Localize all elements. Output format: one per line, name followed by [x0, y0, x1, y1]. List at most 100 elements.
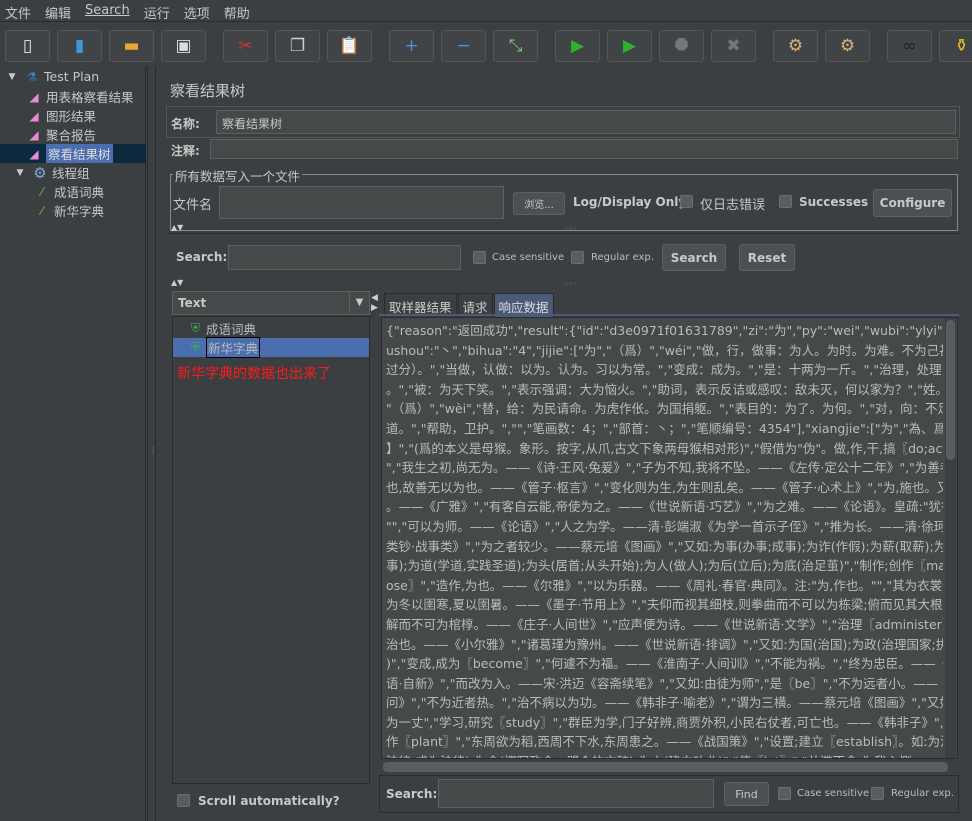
file-group-title: 所有数据写入一个文件	[173, 166, 303, 185]
case-sensitive-label: Case sensitive	[492, 252, 565, 263]
expand-arrow-icon[interactable]: ▼	[4, 69, 20, 85]
response-line: )","变成,成为〖become〗","何遽不为福。——《淮南子·人间训》","…	[386, 656, 943, 672]
list-item[interactable]: ⛨ 成语词典	[173, 319, 256, 338]
collapse-arrows-icon[interactable]: ▲▼	[171, 223, 183, 232]
menu-search[interactable]: Search	[84, 0, 137, 21]
save-button[interactable]: ▣	[161, 30, 206, 62]
toggle-icon: ⤡	[508, 36, 523, 56]
chevron-down-icon[interactable]: ▼	[349, 292, 369, 314]
renderer-select[interactable]: Text ▼	[172, 291, 370, 315]
list-item-selected[interactable]: ⛨ 新华字典	[173, 337, 369, 358]
success-shield-icon: ⛨	[191, 321, 201, 335]
collapse-arrows-icon[interactable]: ◀ ▶	[371, 293, 378, 313]
filename-label: 文件名	[173, 198, 213, 213]
configure-button[interactable]: Configure	[873, 189, 952, 217]
tree-node-sampler[interactable]: ⁄ 成语词典	[34, 182, 104, 201]
main-splitter[interactable]: ⋮	[147, 66, 157, 821]
log-display-label: Log/Display Only:	[573, 195, 691, 209]
tree-node-thread-group[interactable]: ▼ ⚙ 线程组	[12, 163, 90, 182]
start-no-pause-button[interactable]: ▶	[607, 30, 652, 62]
response-line: 语·自新》","而改为入。——宋·洪迈《容斋续笔》","又如:由徒为师","是〖…	[386, 675, 943, 691]
response-line: 也,故善无以为也。——《管子·枢言》","变化则为生,为生则乱矣。——《管子·心…	[386, 479, 943, 495]
clear-all-button[interactable]: ⚙	[825, 30, 870, 62]
menu-edit[interactable]: 编辑	[44, 0, 78, 22]
search-label: Search:	[176, 250, 228, 264]
result-list: ⛨ 成语词典 ⛨ 新华字典 新华字典的数据也出来了	[172, 316, 370, 784]
find-button[interactable]: Find	[724, 782, 769, 806]
flask-icon: ⚗	[26, 69, 38, 84]
errors-only-label: 仅日志错误	[700, 198, 766, 213]
menu-run[interactable]: 运行	[143, 0, 177, 22]
toggle-button[interactable]: ⤡	[493, 30, 538, 62]
divider	[168, 233, 960, 234]
templates-button[interactable]: ▮	[57, 30, 102, 62]
tree-node-listener-graph[interactable]: ◢ 图形结果	[26, 106, 96, 125]
start-button[interactable]: ▶	[555, 30, 600, 62]
response-text-area[interactable]: {"reason":"返回成功","result":{"id":"d3e0971…	[381, 317, 958, 759]
successes-checkbox[interactable]	[779, 195, 792, 208]
save-icon: ▣	[175, 36, 192, 56]
errors-only-checkbox[interactable]	[680, 195, 693, 208]
expand-icon: +	[404, 36, 419, 56]
collapse-button[interactable]: −	[441, 30, 486, 62]
paste-icon: 📋	[338, 36, 361, 56]
pipette-icon: ⁄	[40, 184, 43, 199]
case-sensitive-checkbox[interactable]	[473, 251, 486, 264]
response-line: 】","(爲的本义是母猴。象形。按字,从爪,古文下象两母猴相对形)","假借为"…	[386, 440, 943, 456]
tree-node-listener-aggregate[interactable]: ◢ 聚合报告	[26, 125, 96, 144]
split-handle-icon[interactable]: ⁖⁖⁖	[564, 280, 576, 288]
search-binoculars-icon: ∞	[902, 36, 917, 56]
search-button[interactable]: Search	[662, 244, 726, 271]
expand-arrow-icon[interactable]: ▼	[12, 165, 28, 181]
reset-button[interactable]: Reset	[739, 244, 795, 271]
pipette-icon: ⁄	[40, 203, 43, 218]
search-binoculars-button[interactable]: ∞	[887, 30, 932, 62]
shutdown-button[interactable]: ✖	[711, 30, 756, 62]
tree-node-listener-table[interactable]: ◢ 用表格察看结果	[26, 87, 133, 106]
horizontal-scrollbar[interactable]	[383, 762, 948, 772]
page-title: 察看结果树	[170, 82, 246, 100]
reset-search-broom-button[interactable]: ⚱	[939, 30, 972, 62]
menu-help[interactable]: 帮助	[223, 0, 257, 22]
tree-node-view-results-tree[interactable]: ◢ 察看结果树	[0, 144, 146, 163]
tree-node-sampler[interactable]: ⁄ 新华字典	[34, 201, 104, 220]
scroll-automatically-label: Scroll automatically?	[198, 794, 340, 808]
new-button[interactable]: ▯	[5, 30, 50, 62]
comment-input[interactable]	[210, 139, 958, 159]
response-line: ushou":"丶","bihua":"4","jijie":["为","（爲）…	[386, 342, 943, 358]
cut-button[interactable]: ✂	[223, 30, 268, 62]
clear-icon: ⚙	[787, 36, 804, 56]
test-plan-tree: ▼ ⚗ Test Plan ◢ 用表格察看结果 ◢ 图形结果 ◢ 聚合报告 ◢ 察看结果…	[0, 66, 146, 821]
paste-button[interactable]: 📋	[327, 30, 372, 62]
response-line: ose〗","造作,为也。——《尔雅》","以为乐器。——《周礼·春官·典同》。…	[386, 577, 943, 593]
split-handle-icon[interactable]: ⁖⁖⁖	[564, 225, 576, 233]
expand-button[interactable]: +	[389, 30, 434, 62]
vertical-scrollbar[interactable]	[945, 318, 956, 758]
shutdown-icon: ✖	[726, 36, 741, 56]
tree-node-test-plan[interactable]: ▼ ⚗ Test Plan	[4, 67, 100, 86]
copy-button[interactable]: ❐	[275, 30, 320, 62]
find-regex-checkbox[interactable]	[871, 787, 884, 800]
cut-icon: ✂	[238, 36, 253, 56]
filename-input[interactable]	[219, 186, 504, 219]
collapse-arrows-icon[interactable]: ▲▼	[171, 278, 183, 287]
tab-underline	[379, 314, 959, 316]
clear-all-icon: ⚙	[839, 36, 856, 56]
find-input[interactable]	[438, 779, 714, 808]
menu-options[interactable]: 选项	[183, 0, 217, 22]
listener-chart-icon: ◢	[29, 127, 39, 142]
scroll-automatically-checkbox[interactable]	[177, 794, 190, 807]
menu-file[interactable]: 文件	[4, 0, 38, 22]
find-case-sensitive-checkbox[interactable]	[778, 787, 791, 800]
templates-icon: ▮	[74, 36, 85, 56]
clear-button[interactable]: ⚙	[773, 30, 818, 62]
response-line: 事);为道(学道,实践圣道);为头(居首;从头开始);为人(做人);为后(立后)…	[386, 558, 943, 574]
browse-button[interactable]: 浏览...	[513, 192, 565, 215]
stop-button[interactable]: ⯃	[659, 30, 704, 62]
response-line: ","我生之初,尚无为。——《诗·王风·兔爰》","子为不知,我将不坠。——《左…	[386, 460, 943, 476]
regex-checkbox[interactable]	[571, 251, 584, 264]
name-input[interactable]: 察看结果树	[216, 110, 956, 134]
find-regex-label: Regular exp.	[891, 788, 954, 799]
search-input[interactable]	[228, 245, 461, 270]
open-button[interactable]: ▬	[109, 30, 154, 62]
